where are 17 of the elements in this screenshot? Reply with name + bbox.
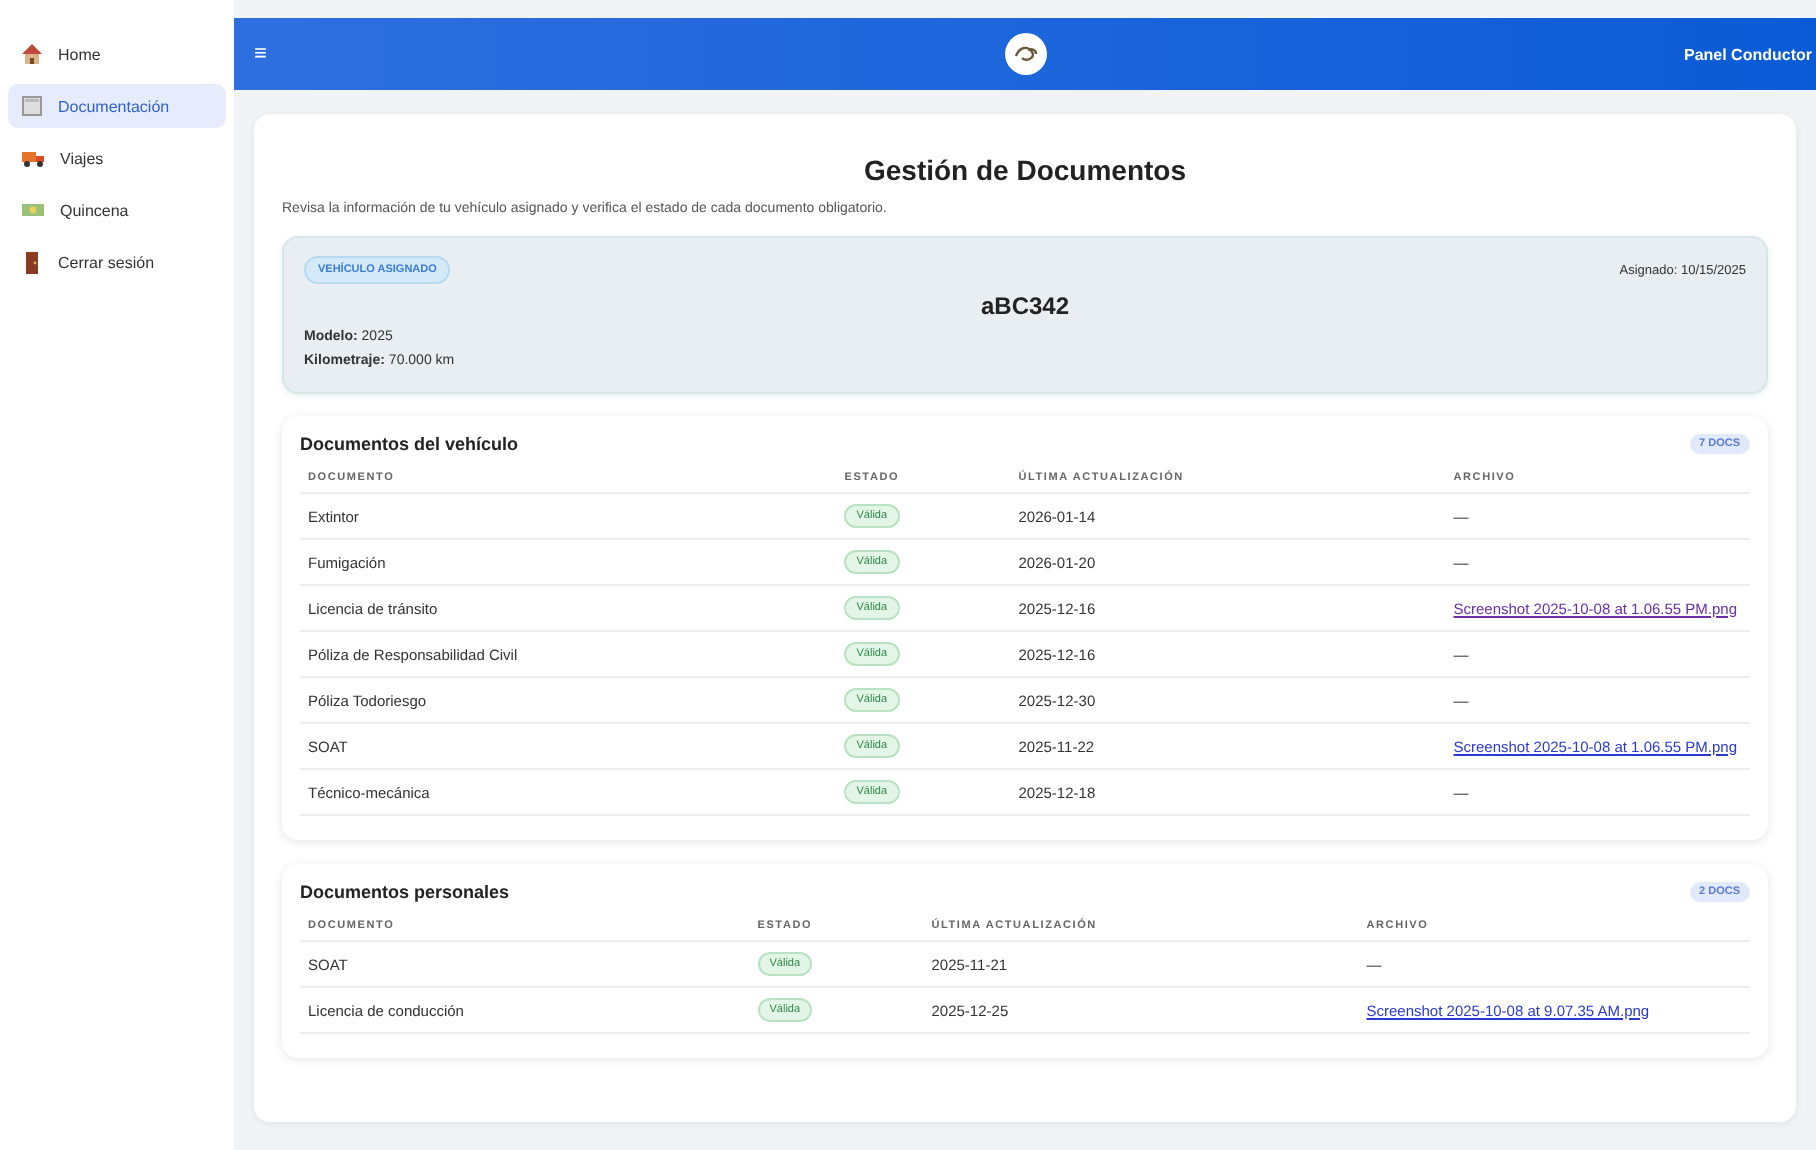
truck-icon (20, 146, 46, 170)
sidebar-item[interactable]: Quincena (8, 188, 226, 232)
house-icon (20, 42, 44, 66)
notebook-icon (20, 94, 44, 118)
sidebar-item[interactable]: Cerrar sesión (8, 240, 226, 286)
door-icon (20, 250, 44, 276)
section-title: Documentos personales (300, 882, 510, 902)
sidebar-item[interactable]: Viajes (8, 136, 226, 180)
page-title: Gestión de Documentos (861, 154, 1189, 186)
sidebar-item[interactable]: Documentación (8, 84, 226, 128)
panel-title: Panel Conductor (1683, 45, 1812, 63)
logo-icon (1003, 32, 1047, 76)
license-plate: aBC342 (978, 292, 1072, 320)
section-title: Documentos del vehículo (300, 434, 519, 454)
menu-button[interactable]: ≡ (250, 38, 271, 70)
sidebar-item[interactable]: Home (8, 32, 226, 76)
banknote-icon (20, 198, 46, 222)
